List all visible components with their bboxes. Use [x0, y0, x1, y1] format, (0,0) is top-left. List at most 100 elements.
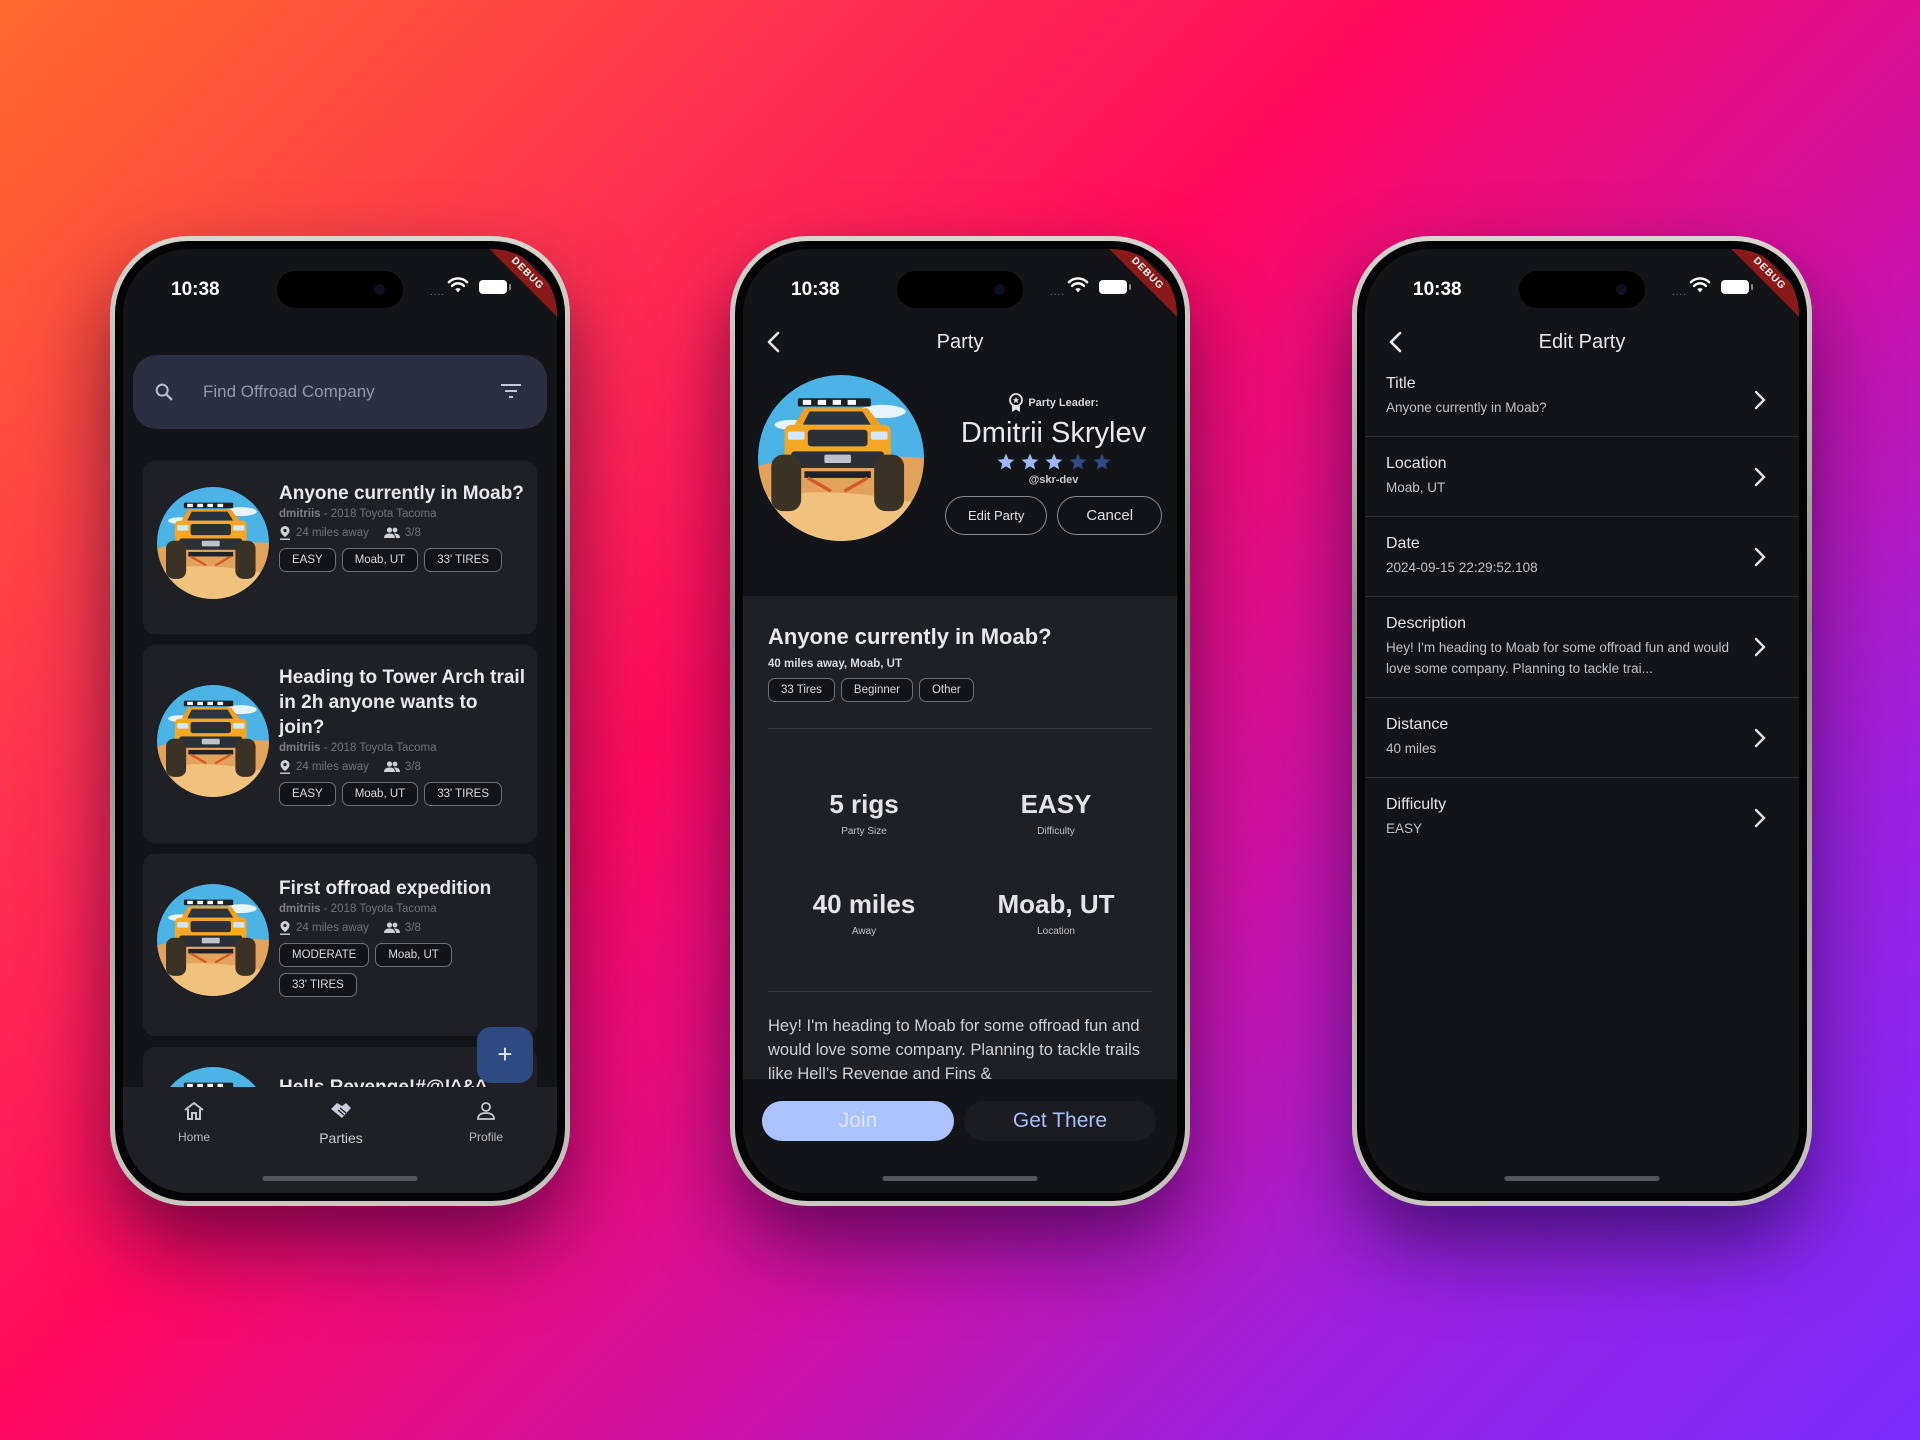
- search-icon: [155, 383, 173, 401]
- party-leader-label: Party Leader:: [938, 393, 1169, 413]
- badge-icon: [1009, 393, 1024, 412]
- status-bar: 10:38 .... DEBUG: [123, 249, 557, 323]
- party-subtitle: 40 miles away, Moab, UT: [768, 658, 903, 670]
- search-input[interactable]: [203, 355, 463, 429]
- tag: 33' TIRES: [279, 973, 357, 997]
- party-info: 24 miles away 3/8: [279, 760, 527, 774]
- party-card[interactable]: First offroad expedition dmitriis - 2018…: [143, 854, 537, 1036]
- group-icon: [383, 761, 400, 772]
- party-description: Hey! I'm heading to Moab for some offroa…: [768, 1017, 1141, 1083]
- get-there-button[interactable]: Get There: [964, 1101, 1156, 1141]
- tag: MODERATE: [279, 943, 370, 967]
- tag: Moab, UT: [375, 943, 452, 967]
- phone-edit-party: 10:38 .... DEBUG Edit Party Title Anyone …: [1352, 236, 1812, 1206]
- group-icon: [383, 922, 400, 933]
- divider: [768, 991, 1152, 992]
- chevron-right-icon: [1754, 547, 1766, 566]
- leader-avatar: [758, 375, 924, 541]
- signal-icon: ....: [429, 287, 445, 298]
- party-info: 24 miles away 3/8: [279, 921, 527, 935]
- page-title: Edit Party: [1538, 331, 1626, 353]
- location-pin-icon: [280, 760, 290, 774]
- party-avatar: [157, 487, 269, 599]
- party-avatar: [157, 685, 269, 797]
- tag: Moab, UT: [341, 782, 419, 806]
- tab-parties-label: Parties: [319, 1130, 363, 1146]
- star-empty-icon: [1069, 453, 1086, 470]
- star-empty-icon: [1093, 453, 1110, 470]
- screen-edit-party: 10:38 .... DEBUG Edit Party Title Anyone …: [1365, 249, 1799, 1193]
- party-owner: dmitriis - 2018 Toyota Tacoma: [279, 742, 437, 754]
- add-party-button[interactable]: +: [477, 1027, 533, 1083]
- party-card[interactable]: Anyone currently in Moab? dmitriis - 201…: [143, 461, 537, 634]
- screen-parties-list: 10:38 .... DEBUG Anyone currently in Moa…: [123, 249, 557, 1193]
- signal-icon: ....: [1049, 287, 1065, 298]
- party-members: 3/8: [404, 761, 421, 773]
- field-row-difficulty[interactable]: Difficulty EASY: [1365, 778, 1799, 857]
- field-row-date[interactable]: Date 2024-09-15 22:29:52.108: [1365, 517, 1799, 597]
- status-time: 10:38: [791, 279, 840, 300]
- party-distance: 24 miles away: [296, 761, 369, 773]
- dynamic-island: [897, 271, 1023, 308]
- leader-handle: @skr-dev: [1028, 474, 1079, 486]
- stat-party-size: 5 rigs Party Size: [829, 789, 899, 837]
- party-tags: 33 Tires Beginner Other: [768, 678, 1152, 702]
- party-members: 3/8: [404, 527, 421, 539]
- tag: 33' TIRES: [424, 548, 503, 572]
- tab-home[interactable]: Home: [149, 1101, 239, 1144]
- location-pin-icon: [280, 921, 290, 935]
- party-stats: 5 rigs Party Size EASY Difficulty 40 miles…: [768, 729, 1152, 991]
- star-filled-icon: [1021, 453, 1038, 470]
- nav-bar: Edit Party: [1365, 323, 1799, 363]
- home-indicator: [262, 1176, 418, 1181]
- nav-bar: Party: [743, 323, 1177, 363]
- edit-fields-list: Title Anyone currently in Moab? Location M…: [1365, 363, 1799, 857]
- tag: Moab, UT: [341, 548, 419, 572]
- search-bar[interactable]: [133, 355, 547, 429]
- party-tags: EASY Moab, UT 33' TIRES: [279, 782, 527, 806]
- tag: EASY: [279, 782, 336, 806]
- party-owner: dmitriis - 2018 Toyota Tacoma: [279, 508, 437, 520]
- party-tags: EASY Moab, UT 33' TIRES: [279, 548, 527, 572]
- status-time: 10:38: [171, 279, 220, 300]
- party-members: 3/8: [404, 922, 421, 934]
- chevron-right-icon: [1754, 637, 1766, 657]
- field-row-location[interactable]: Location Moab, UT: [1365, 437, 1799, 517]
- leader-rating: [938, 452, 1169, 472]
- tag: 33' TIRES: [424, 782, 503, 806]
- party-card[interactable]: Heading to Tower Arch trail in 2h anyone…: [143, 645, 537, 843]
- party-leader-section: Party Leader: Dmitrii Skrylev @skr-dev E…: [743, 363, 1177, 596]
- party-title: Anyone currently in Moab?: [768, 624, 1052, 649]
- person-icon: [477, 1102, 495, 1120]
- chevron-right-icon: [1754, 728, 1766, 747]
- battery-icon: [1721, 280, 1753, 294]
- battery-icon: [479, 280, 511, 294]
- leader-name: Dmitrii Skrylev: [960, 417, 1147, 449]
- tag: Beginner: [840, 678, 913, 702]
- tag: EASY: [279, 548, 336, 572]
- tab-profile[interactable]: Profile: [441, 1101, 531, 1144]
- party-title: Heading to Tower Arch trail in 2h anyone…: [279, 667, 525, 738]
- location-pin-icon: [280, 526, 290, 540]
- tab-profile-label: Profile: [468, 1130, 503, 1144]
- cancel-button[interactable]: Cancel: [1057, 496, 1163, 535]
- signal-icon: ....: [1671, 287, 1687, 298]
- chevron-right-icon: [1754, 467, 1766, 486]
- stat-difficulty: EASY Difficulty: [1020, 789, 1092, 837]
- field-row-title[interactable]: Title Anyone currently in Moab?: [1365, 363, 1799, 437]
- filter-icon[interactable]: [501, 383, 521, 399]
- tag: Other: [918, 678, 974, 702]
- party-distance: 24 miles away: [296, 527, 369, 539]
- field-row-description[interactable]: Description Hey! I'm heading to Moab for …: [1365, 597, 1799, 698]
- page-title: Party: [936, 331, 984, 353]
- wifi-icon: [1067, 277, 1089, 293]
- join-button[interactable]: Join: [762, 1101, 954, 1141]
- screen-party-details: 10:38 .... DEBUG Party Party Leader: Dmi…: [743, 249, 1177, 1193]
- party-owner: dmitriis - 2018 Toyota Tacoma: [279, 903, 437, 915]
- status-bar: 10:38 .... DEBUG: [743, 249, 1177, 323]
- tab-home-label: Home: [177, 1130, 210, 1144]
- edit-party-button[interactable]: Edit Party: [944, 496, 1048, 535]
- field-row-distance[interactable]: Distance 40 miles: [1365, 698, 1799, 778]
- tab-parties[interactable]: Parties: [296, 1101, 386, 1146]
- chevron-right-icon: [1754, 390, 1766, 409]
